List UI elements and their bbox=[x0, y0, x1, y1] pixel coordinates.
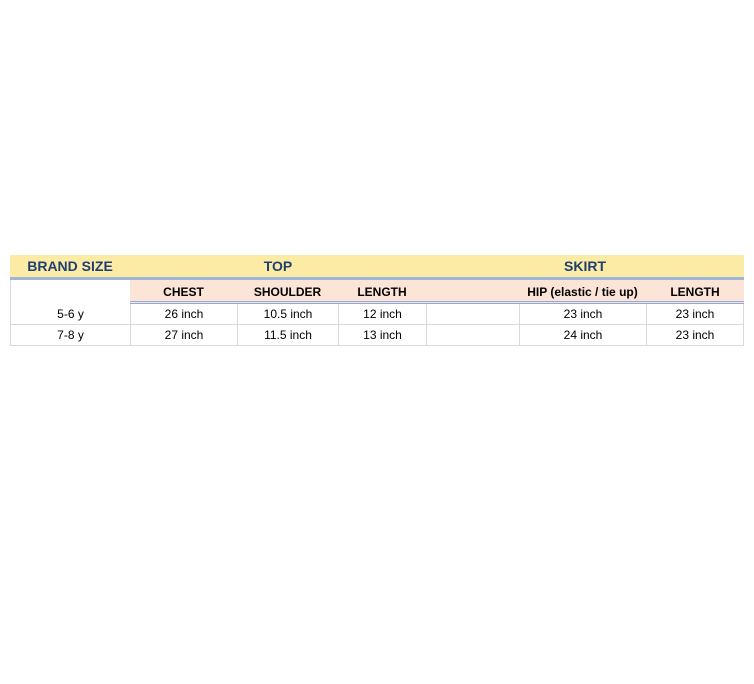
shoulder-cell: 11.5 inch bbox=[237, 325, 338, 345]
shoulder-header: SHOULDER bbox=[253, 284, 322, 299]
chest-cell: 27 inch bbox=[130, 325, 237, 345]
table-row: 5-6 y 26 inch 10.5 inch 12 inch 23 inch … bbox=[10, 304, 744, 325]
skirt-length-cell: 23 inch bbox=[646, 325, 744, 345]
hip-header: HIP (elastic / tie up) bbox=[527, 284, 638, 299]
chest-cell: 26 inch bbox=[130, 304, 237, 324]
empty-cell bbox=[426, 304, 519, 324]
top-length-cell: 13 inch bbox=[338, 325, 426, 345]
subheader-blank bbox=[10, 280, 130, 304]
skirt-length-cell: 23 inch bbox=[646, 304, 744, 324]
empty-cell bbox=[426, 325, 519, 345]
subheader-band: CHEST SHOULDER LENGTH HIP (elastic / tie… bbox=[130, 280, 744, 304]
top-header: TOP bbox=[263, 258, 293, 274]
skirt-header: SKIRT bbox=[564, 258, 606, 274]
top-length-header: LENGTH bbox=[357, 284, 407, 299]
brand-size-header: BRAND SIZE bbox=[27, 258, 113, 274]
chest-header: CHEST bbox=[163, 284, 204, 299]
top-length-cell: 12 inch bbox=[338, 304, 426, 324]
size-cell: 5-6 y bbox=[10, 304, 130, 324]
shoulder-cell: 10.5 inch bbox=[237, 304, 338, 324]
size-chart-table: BRAND SIZE TOP SKIRT CHEST SHOULDER LENG… bbox=[10, 255, 744, 346]
table-subheader-row: CHEST SHOULDER LENGTH HIP (elastic / tie… bbox=[10, 280, 744, 304]
subheader-gap bbox=[426, 280, 519, 301]
size-cell: 7-8 y bbox=[10, 325, 130, 345]
skirt-length-header: LENGTH bbox=[670, 284, 720, 299]
table-row: 7-8 y 27 inch 11.5 inch 13 inch 24 inch … bbox=[10, 325, 744, 346]
table-header-row: BRAND SIZE TOP SKIRT bbox=[10, 255, 744, 280]
hip-cell: 23 inch bbox=[519, 304, 646, 324]
hip-cell: 24 inch bbox=[519, 325, 646, 345]
